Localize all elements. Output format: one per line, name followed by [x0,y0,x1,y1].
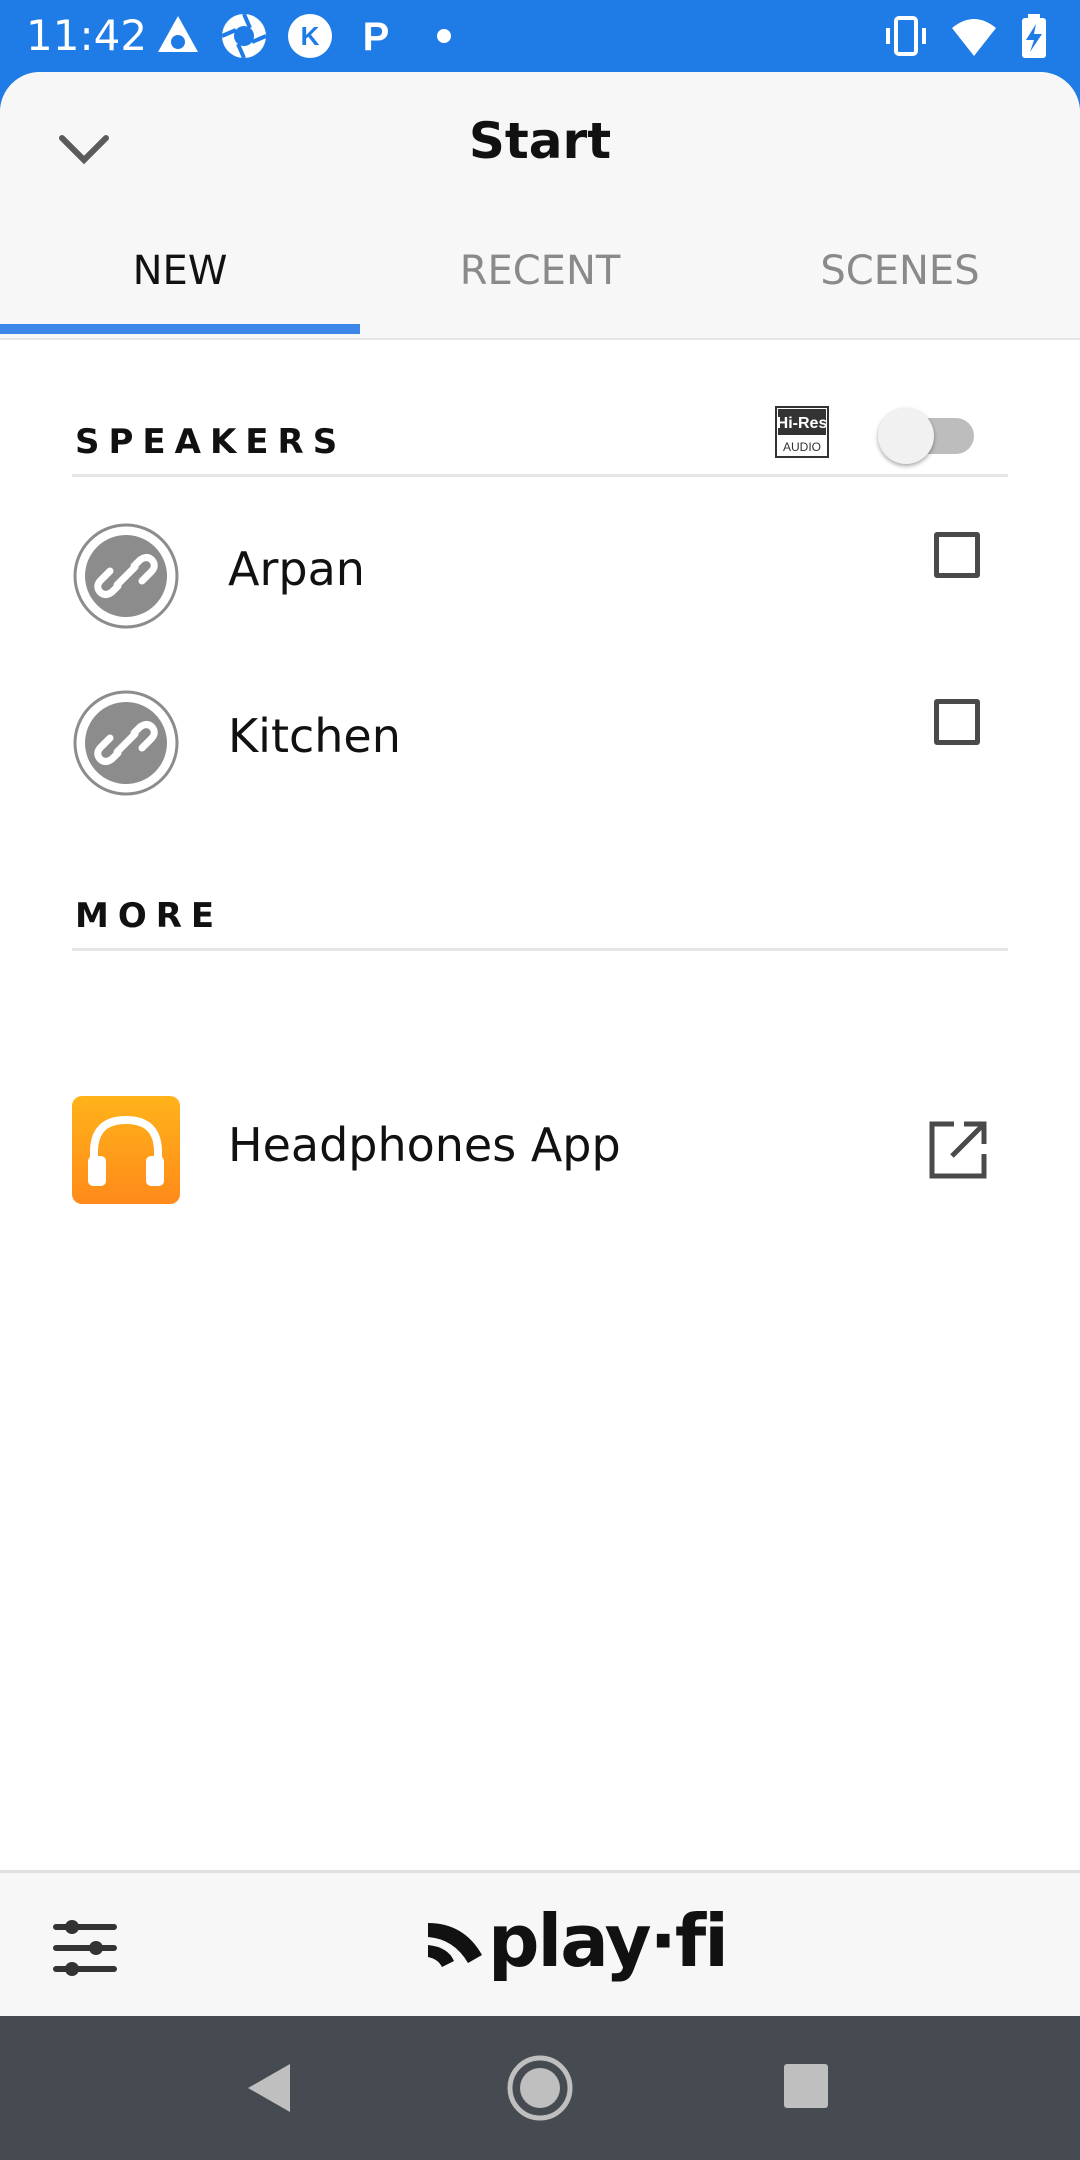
tab-recent[interactable]: RECENT [360,248,720,294]
headphones-app-label[interactable]: Headphones App [228,1118,621,1172]
triangle-app-icon [158,16,198,52]
back-icon[interactable] [244,2060,294,2116]
headphones-icon [88,1115,164,1186]
recents-icon[interactable] [782,2062,830,2110]
tab-new[interactable]: NEW [0,248,360,294]
page-title: Start [468,112,612,170]
speaker-row-kitchen[interactable]: Kitchen [0,689,1080,849]
start-sheet: Start NEW RECENT SCENES SPEAKERS Hi-Res … [0,72,1080,2016]
hires-audio-badge: Hi-Res AUDIO [775,406,829,458]
playfi-logo-text: play·fi [488,1899,729,1983]
speaker-name: Kitchen [228,709,401,763]
status-bar: 11:42 K P [0,0,1080,72]
link-icon [73,523,179,629]
svg-text:P: P [363,15,390,59]
hires-toggle[interactable] [878,408,974,464]
speaker-name: Arpan [228,542,365,596]
home-icon[interactable] [506,2054,574,2122]
battery-charging-icon [1022,14,1046,58]
wifi-icon [952,19,996,56]
open-external-icon[interactable] [926,1118,990,1182]
speaker-row-arpan[interactable]: Arpan [0,522,1080,682]
more-section-label: MORE [75,896,224,936]
tab-scenes[interactable]: SCENES [720,248,1080,294]
k-app-icon: K [288,14,332,58]
link-icon [73,690,179,796]
shutter-app-icon [221,13,267,59]
svg-text:AUDIO: AUDIO [783,440,821,454]
system-nav-bar [0,2016,1080,2160]
active-tab-indicator [0,324,360,334]
footer-bar: play·fi [0,1870,1080,2016]
headphones-app-icon[interactable] [72,1096,180,1204]
more-divider [72,948,1008,951]
svg-text:K: K [301,21,320,51]
speaker-checkbox[interactable] [934,532,980,578]
dot-notification-icon [437,29,451,43]
status-time: 11:42 [26,11,148,60]
vibrate-icon [886,16,926,56]
sliders-icon[interactable] [50,1913,120,1983]
svg-text:Hi-Res: Hi-Res [777,415,828,432]
p-app-icon: P [363,15,390,59]
header: Start NEW RECENT SCENES [0,72,1080,340]
speakers-divider [72,474,1008,477]
speakers-section-label: SPEAKERS [75,422,347,462]
playfi-logo-icon [428,1923,482,1967]
toggle-thumb [878,408,934,464]
speaker-checkbox[interactable] [934,699,980,745]
